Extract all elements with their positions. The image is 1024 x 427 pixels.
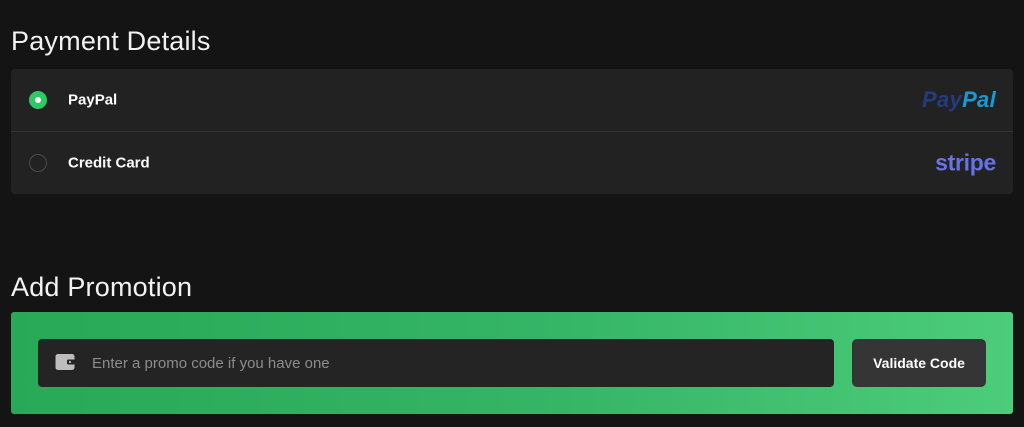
paypal-logo: PayPal <box>922 89 996 111</box>
credit-card-label: Credit Card <box>68 154 150 172</box>
paypal-logo-pay: Pay <box>922 87 963 112</box>
promo-input-container <box>38 339 834 387</box>
paypal-logo-pal: Pal <box>962 87 996 112</box>
stripe-logo: stripe <box>935 149 996 176</box>
add-promotion-title: Add Promotion <box>11 272 193 303</box>
paypal-radio[interactable] <box>29 91 47 109</box>
paypal-label: PayPal <box>68 91 118 109</box>
payment-method-paypal[interactable]: PayPal PayPal <box>11 69 1013 131</box>
validate-code-button[interactable]: Validate Code <box>852 339 986 387</box>
promo-code-input[interactable] <box>92 339 822 387</box>
credit-card-radio[interactable] <box>29 154 47 172</box>
promo-code-bar: Validate Code <box>11 312 1013 414</box>
payment-method-credit-card[interactable]: Credit Card stripe <box>11 131 1013 194</box>
payment-details-title: Payment Details <box>11 26 211 57</box>
payment-methods-list: PayPal PayPal Credit Card stripe <box>11 69 1013 194</box>
wallet-icon <box>55 354 75 370</box>
